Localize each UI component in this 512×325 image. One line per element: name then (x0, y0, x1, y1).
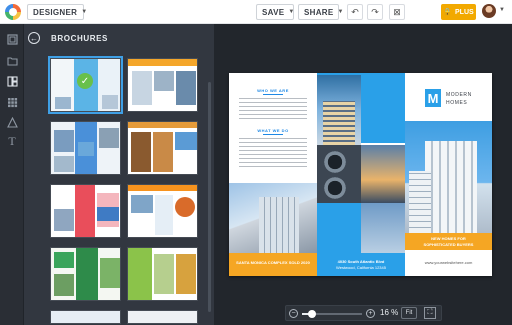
folder-icon[interactable] (5, 53, 19, 67)
brochure-thumbnail[interactable] (127, 121, 198, 175)
avatar[interactable] (482, 4, 496, 18)
banner-left: SANTA MONICA COMPLEX SOLD 2020 (229, 253, 317, 276)
brochure-thumbnail[interactable] (50, 247, 121, 301)
zoom-out-icon[interactable]: − (289, 309, 298, 318)
brand-name-line-1: MODERN (446, 92, 472, 98)
mode-label: DESIGNER (33, 7, 78, 17)
brochure-thumbnail[interactable] (50, 121, 121, 175)
back-arrow-icon[interactable]: ← (28, 32, 40, 44)
delete-icon[interactable]: ⊠ (389, 4, 405, 20)
upgrade-plus-button[interactable]: 🔒 PLUS (441, 4, 476, 20)
banner-right-line-1: NEW HOMES FOR (431, 236, 466, 241)
building-photo (361, 203, 405, 253)
website-text: www.yourwebsitehere.com (424, 260, 473, 265)
templates-panel: ← BROCHURES ✓ (24, 24, 214, 325)
shapes-icon[interactable] (5, 115, 19, 129)
top-toolbar: DESIGNER ▼ SAVE ▼ SHARE ▼ ↶ ↷ ⊠ 🔒 PLUS ▼ (0, 0, 512, 24)
lock-icon: 🔒 (443, 9, 453, 16)
building-photo (405, 121, 492, 233)
building-photo (229, 183, 317, 253)
undo-icon[interactable]: ↶ (347, 4, 363, 20)
blue-block (317, 203, 361, 253)
layout-icon[interactable] (5, 32, 19, 46)
save-label: SAVE (262, 7, 285, 17)
banner-right: NEW HOMES FOR SOPHISTICATED BUYERS (405, 233, 492, 250)
panel-title: BROCHURES (51, 34, 108, 43)
brochure-thumbnail[interactable] (127, 58, 198, 112)
plus-label: PLUS (455, 8, 474, 16)
zoom-in-icon[interactable]: + (366, 309, 375, 318)
brochure-thumbnail[interactable] (127, 310, 198, 324)
chevron-down-icon: ▼ (81, 9, 88, 15)
zoom-slider[interactable] (302, 310, 362, 318)
app-window: DESIGNER ▼ SAVE ▼ SHARE ▼ ↶ ↷ ⊠ 🔒 PLUS ▼ (0, 0, 512, 325)
text-icon[interactable]: T (5, 134, 19, 148)
tool-rail: T (0, 24, 24, 325)
heading-what-we-do: WHAT WE DO (257, 128, 289, 133)
zoom-value: 16 % (380, 308, 399, 317)
chevron-down-icon[interactable]: ▼ (499, 7, 505, 13)
fit-button[interactable]: Fit (401, 307, 417, 319)
mode-dropdown[interactable]: DESIGNER ▼ (27, 4, 88, 20)
app-logo-icon[interactable] (5, 4, 21, 20)
templates-icon[interactable] (5, 74, 19, 88)
brochure-thumbnail[interactable] (50, 184, 121, 238)
brand-name-line-2: HOMES (446, 100, 468, 106)
brochure-thumbnail[interactable] (127, 184, 198, 238)
chevron-down-icon: ▼ (337, 9, 344, 15)
address-line-2: Westwood, California 12345 (336, 265, 386, 270)
body-text-block (239, 138, 307, 168)
banner-right-line-2: SOPHISTICATED BUYERS (423, 242, 474, 247)
grid-icon[interactable] (5, 95, 19, 109)
share-label: SHARE (304, 7, 334, 17)
address-block: 4030 South Atlantic Blvd Westwood, Calif… (317, 253, 405, 276)
brochure-thumbnail[interactable] (127, 247, 198, 301)
check-icon: ✓ (77, 73, 93, 89)
brochure-thumbnail[interactable] (50, 310, 121, 324)
body-text-block (239, 98, 307, 120)
address-line-1: 4030 South Atlantic Blvd (337, 259, 385, 264)
banner-left-text: SANTA MONICA COMPLEX SOLD 2020 (236, 260, 310, 265)
fullscreen-icon[interactable]: ⛶ (424, 307, 436, 319)
building-photo (317, 145, 405, 203)
zoom-slider-knob[interactable] (307, 310, 316, 318)
panel-scrollbar[interactable] (208, 82, 211, 312)
redo-icon[interactable]: ↷ (367, 4, 383, 20)
chevron-down-icon: ▼ (288, 9, 295, 15)
save-button[interactable]: SAVE ▼ (256, 4, 294, 20)
building-photo (317, 75, 361, 145)
share-button[interactable]: SHARE ▼ (298, 4, 343, 20)
heading-who-we-are: WHO WE ARE (257, 88, 289, 93)
brand-logo: M (425, 89, 441, 107)
brochure-thumbnail[interactable]: ✓ (48, 56, 123, 114)
brochure-document[interactable]: WHO WE ARE WHAT WE DO SANTA MONICA COMPL… (229, 73, 492, 276)
